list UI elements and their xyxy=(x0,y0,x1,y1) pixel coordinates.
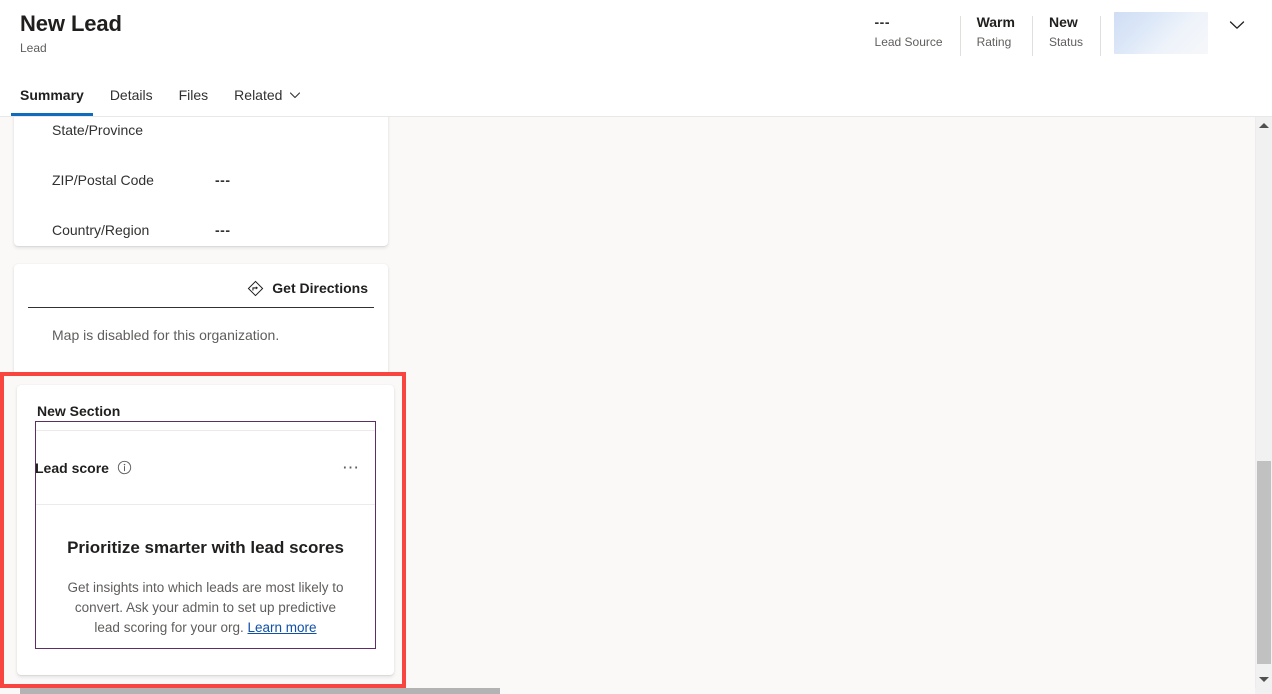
record-tab-bar: Summary Details Files Related xyxy=(11,72,318,116)
country-region-label: Country/Region xyxy=(52,222,150,238)
scrollbar-corner xyxy=(1255,688,1272,694)
header-field-lead-source[interactable]: --- Lead Source xyxy=(858,12,960,60)
form-canvas: State/Province ZIP/Postal Code --- Count… xyxy=(0,117,1272,688)
learn-more-link[interactable]: Learn more xyxy=(248,620,317,635)
lead-source-value: --- xyxy=(874,14,891,30)
lead-score-header: Lead score ⋯ xyxy=(35,431,375,505)
lead-record-page: New Lead Lead --- Lead Source Warm Ratin… xyxy=(0,0,1272,694)
record-title-block: New Lead Lead xyxy=(20,10,122,57)
lead-score-title-wrap: Lead score xyxy=(35,458,132,478)
scroll-down-arrow-icon xyxy=(1259,677,1269,682)
more-options-icon[interactable]: ⋯ xyxy=(340,459,363,477)
header-top-row: New Lead Lead --- Lead Source Warm Ratin… xyxy=(0,0,1272,72)
header-field-rating[interactable]: Warm Rating xyxy=(959,12,1032,60)
status-label: Status xyxy=(1048,35,1083,49)
horizontal-scrollbar-thumb[interactable] xyxy=(20,688,500,694)
country-region-value: --- xyxy=(215,222,231,238)
get-directions-button[interactable]: Get Directions xyxy=(28,276,374,308)
horizontal-scrollbar[interactable] xyxy=(0,688,1272,694)
scroll-up-button[interactable] xyxy=(1256,117,1272,134)
header-expand-button[interactable] xyxy=(1208,12,1258,60)
tab-details[interactable]: Details xyxy=(101,85,162,116)
entity-type-label: Lead xyxy=(20,41,47,55)
tab-files[interactable]: Files xyxy=(170,85,218,116)
header-field-status[interactable]: New Status xyxy=(1031,12,1100,60)
field-row-state-province[interactable]: State/Province xyxy=(14,117,388,155)
chevron-down-icon xyxy=(290,92,301,99)
tab-summary-label: Summary xyxy=(20,87,84,103)
vertical-scrollbar-thumb[interactable] xyxy=(1257,461,1271,664)
lead-score-empty-heading: Prioritize smarter with lead scores xyxy=(67,538,344,557)
rating-label: Rating xyxy=(976,35,1012,49)
address-card: State/Province ZIP/Postal Code --- Count… xyxy=(14,117,388,246)
rating-value: Warm xyxy=(976,14,1015,30)
lead-score-empty-state: Prioritize smarter with lead scores Get … xyxy=(36,505,375,638)
tab-files-label: Files xyxy=(178,87,209,103)
tab-details-label: Details xyxy=(109,87,153,103)
get-directions-label: Get Directions xyxy=(272,280,368,296)
map-disabled-message: Map is disabled for this organization. xyxy=(52,327,280,343)
map-card: Get Directions Map is disabled for this … xyxy=(14,264,388,379)
state-province-label: State/Province xyxy=(52,122,144,138)
highlighted-region: New Section Lead score ⋯ Prioritize smar… xyxy=(0,372,406,688)
record-header: New Lead Lead --- Lead Source Warm Ratin… xyxy=(0,0,1272,117)
page-title: New Lead xyxy=(20,11,122,36)
header-quick-fields: --- Lead Source Warm Rating New Status xyxy=(858,12,1258,60)
lead-score-control[interactable]: Lead score ⋯ Prioritize smarter with lea… xyxy=(35,421,376,649)
status-value: New xyxy=(1048,14,1078,30)
lead-score-empty-description: Get insights into which leads are most l… xyxy=(62,578,349,638)
new-section-card: New Section Lead score ⋯ Prioritize smar… xyxy=(17,385,394,675)
get-directions-icon xyxy=(248,280,264,296)
tab-related-label: Related xyxy=(234,87,283,103)
header-field-loading-placeholder xyxy=(1100,12,1208,60)
scroll-up-arrow-icon xyxy=(1259,123,1269,128)
zip-postal-code-label: ZIP/Postal Code xyxy=(52,172,154,188)
vertical-scrollbar[interactable] xyxy=(1255,117,1272,688)
chevron-down-icon xyxy=(1229,21,1245,29)
section-title: New Section xyxy=(37,403,121,419)
tab-summary[interactable]: Summary xyxy=(11,85,93,116)
scroll-down-button[interactable] xyxy=(1256,671,1272,688)
lead-score-title: Lead score xyxy=(35,459,109,476)
field-row-country-region[interactable]: Country/Region --- xyxy=(14,205,388,246)
loading-shimmer-placeholder xyxy=(1114,12,1208,54)
zip-postal-code-value: --- xyxy=(215,172,231,188)
field-row-zip-postal-code[interactable]: ZIP/Postal Code --- xyxy=(14,155,388,205)
info-icon[interactable] xyxy=(117,460,132,475)
lead-score-top-spacer xyxy=(36,422,375,431)
lead-source-label: Lead Source xyxy=(874,35,943,49)
tab-related[interactable]: Related xyxy=(225,85,310,116)
